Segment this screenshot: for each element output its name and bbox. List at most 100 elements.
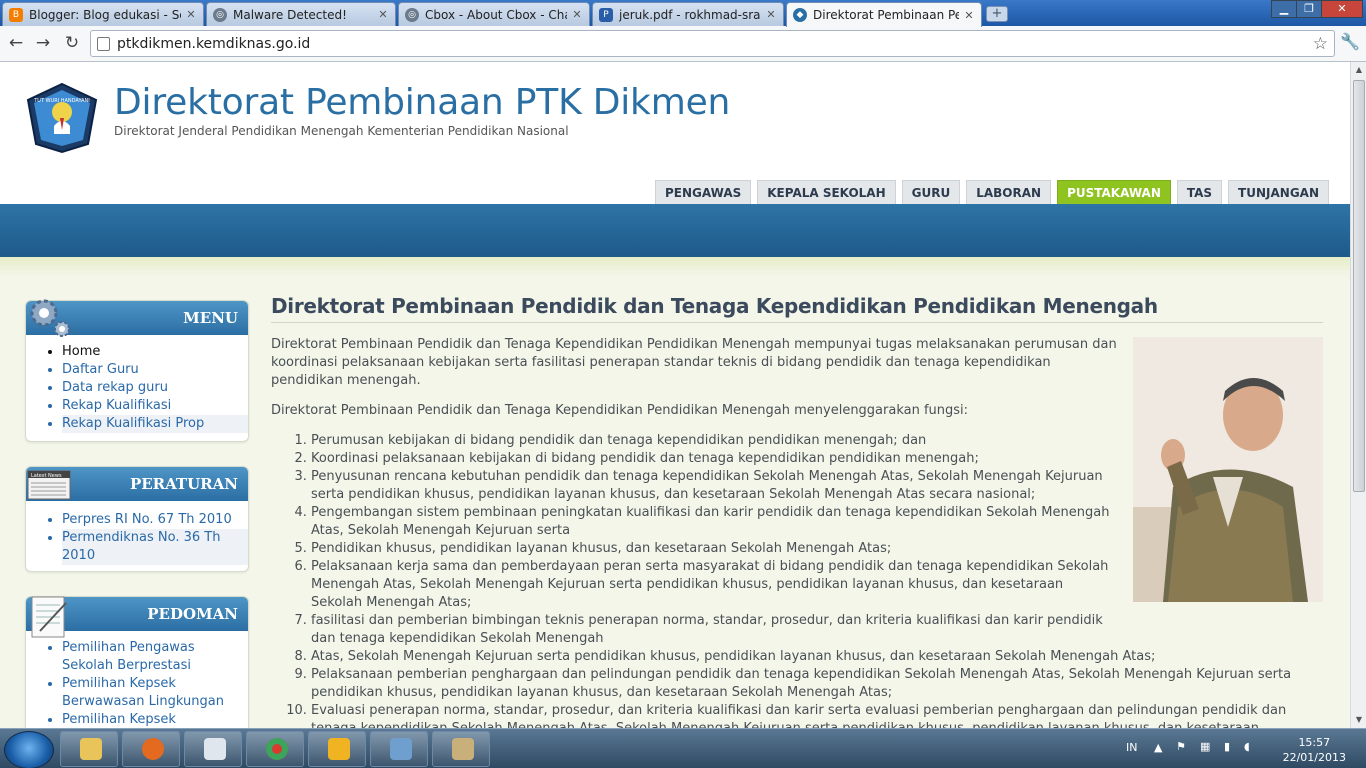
scrollbar-thumb[interactable] (1353, 80, 1365, 492)
explorer-icon[interactable] (60, 731, 118, 767)
forward-button[interactable]: → (32, 32, 54, 54)
reload-button[interactable]: ↻ (61, 32, 83, 54)
function-item: Penyusunan rencana kebutuhan pendidik da… (311, 468, 1111, 504)
globe-icon: ◎ (213, 7, 227, 22)
tab-title: Direktorat Pembinaan Pend (813, 8, 959, 22)
chrome-icon[interactable] (246, 731, 304, 767)
windows-taskbar: IN ▲ ⚑ ▦ ▮ ◖ 15:57 22/01/2013 (0, 728, 1366, 768)
site-favicon: ◆ (793, 8, 807, 22)
nav-tab-tas[interactable]: TAS (1176, 180, 1223, 204)
newspaper-label: Latest News (31, 473, 62, 479)
back-button[interactable]: ← (5, 32, 27, 54)
header-band-fade (0, 257, 1350, 277)
bookmark-star-icon[interactable]: ☆ (1313, 34, 1328, 54)
page-scrollbar[interactable]: ▲ ▼ (1350, 62, 1366, 728)
clock-time: 15:57 (1298, 736, 1331, 749)
peraturan-item[interactable]: Perpres RI No. 67 Th 2010 (62, 511, 248, 529)
site-header: TUT WURI HANDAYANI Direktorat Pembinaan … (0, 62, 1350, 204)
tray-expand-icon[interactable]: ▲ (1154, 741, 1162, 754)
close-window-button[interactable]: ✕ (1321, 0, 1363, 18)
tab-title: Cbox - About Cbox - Chat ar (425, 7, 567, 22)
winamp-icon[interactable] (308, 731, 366, 767)
maximize-button[interactable]: ❐ (1296, 0, 1322, 18)
close-icon[interactable]: ✕ (377, 8, 389, 21)
close-icon[interactable]: ✕ (963, 9, 975, 22)
blogger-icon: B (9, 7, 23, 22)
browser-tab[interactable]: P jeruk.pdf - rokhmad-sragen ✕ (592, 2, 784, 26)
start-button[interactable] (4, 731, 54, 768)
wrench-menu-icon[interactable]: 🔧 (1340, 32, 1360, 51)
firefox-icon[interactable] (122, 731, 180, 767)
function-item: Pelaksanaan pemberian penghargaan dan pe… (311, 666, 1311, 702)
close-icon[interactable]: ✕ (571, 8, 583, 21)
close-icon[interactable]: ✕ (185, 8, 197, 21)
app-icon[interactable] (184, 731, 242, 767)
function-item: Pengembangan sistem pembinaan peningkata… (311, 504, 1111, 540)
function-item: Koordinasi pelaksanaan kebijakan di bida… (311, 450, 1131, 468)
volume-muted-icon[interactable]: ◖ (1244, 740, 1250, 753)
minimize-button[interactable]: ▁ (1271, 0, 1297, 18)
paint-icon[interactable] (432, 731, 490, 767)
language-indicator[interactable]: IN (1126, 741, 1137, 754)
flag-icon[interactable]: ⚑ (1176, 740, 1186, 753)
pedoman-box: PEDOMAN Pemilihan Pengawas Sekolah Berpr… (25, 596, 249, 728)
browser-tab-strip: B Blogger: Blog edukasi - Sen ✕ ◎ Malwar… (0, 0, 1366, 27)
new-tab-button[interactable]: + (986, 6, 1008, 22)
article-paragraph: Direktorat Pembinaan Pendidik dan Tenaga… (271, 403, 969, 418)
nav-tab-laboran[interactable]: LABORAN (966, 180, 1052, 204)
battery-icon[interactable]: ▮ (1224, 740, 1230, 753)
nav-tab-pengawas[interactable]: PENGAWAS (654, 180, 752, 204)
function-item: fasilitasi dan pemberian bimbingan tekni… (311, 612, 1111, 648)
menu-box: MENU Home Daftar Guru Data rekap guru Re… (25, 299, 249, 442)
menu-item-rekap-kualifikasi-prop[interactable]: Rekap Kualifikasi Prop (62, 415, 248, 433)
function-item: Atas, Sekolah Menengah Kejuruan serta pe… (311, 648, 1311, 666)
site-title[interactable]: Direktorat Pembinaan PTK Dikmen (114, 82, 730, 123)
clock-date: 22/01/2013 (1282, 751, 1346, 764)
article-title: Direktorat Pembinaan Pendidik dan Tenaga… (271, 294, 1323, 323)
url-text: ptkdikmen.kemdiknas.go.id (117, 36, 311, 52)
control-panel-icon[interactable] (370, 731, 428, 767)
scroll-up-icon[interactable]: ▲ (1351, 62, 1366, 78)
pedoman-list: Pemilihan Pengawas Sekolah Berprestasi P… (26, 639, 248, 728)
browser-tab-active[interactable]: ◆ Direktorat Pembinaan Pend ✕ (786, 2, 982, 27)
nav-tab-tunjangan[interactable]: TUNJANGAN (1228, 180, 1329, 204)
nav-tab-pustakawan[interactable]: PUSTAKAWAN (1057, 180, 1171, 204)
gears-icon (30, 299, 70, 337)
menu-item-rekap-kualifikasi[interactable]: Rekap Kualifikasi (62, 397, 248, 415)
menu-item-data-rekap-guru[interactable]: Data rekap guru (62, 379, 248, 397)
pedoman-item[interactable]: Pemilihan Pengawas Sekolah Berprestasi (62, 639, 248, 675)
nav-tab-kepala-sekolah[interactable]: KEPALA SEKOLAH (757, 180, 896, 204)
scroll-down-icon[interactable]: ▼ (1351, 712, 1366, 728)
menu-item-home[interactable]: Home (62, 343, 248, 361)
browser-tab[interactable]: B Blogger: Blog edukasi - Sen ✕ (2, 2, 204, 26)
newspaper-icon: Latest News (27, 470, 71, 500)
article-body: Direktorat Pembinaan Pendidik dan Tenaga… (271, 336, 1311, 728)
function-item: Evaluasi penerapan norma, standar, prose… (311, 702, 1311, 728)
pedoman-item[interactable]: Pemilihan Kepsek (62, 711, 248, 728)
notepad-icon (31, 596, 67, 638)
header-band (0, 204, 1350, 257)
menu-item-daftar-guru[interactable]: Daftar Guru (62, 361, 248, 379)
nav-tab-guru[interactable]: GURU (901, 180, 961, 204)
peraturan-list: Perpres RI No. 67 Th 2010 Permendiknas N… (26, 511, 248, 565)
site-subtitle: Direktorat Jenderal Pendidikan Menengah … (114, 124, 569, 138)
peraturan-box: PERATURAN Latest News Perpres RI No. 67 … (25, 466, 249, 572)
network-icon[interactable]: ▦ (1200, 740, 1210, 753)
article: Direktorat Pembinaan Pendidik dan Tenaga… (271, 294, 1323, 323)
functions-list: Perumusan kebijakan di bidang pendidik d… (271, 432, 1311, 728)
tab-title: Blogger: Blog edukasi - Sen (29, 7, 181, 22)
top-navigation: PENGAWAS KEPALA SEKOLAH GURU LABORAN PUS… (654, 180, 1329, 204)
close-icon[interactable]: ✕ (765, 8, 777, 21)
pedoman-item[interactable]: Pemilihan Kepsek Berwawasan Lingkungan (62, 675, 248, 711)
logo-motto: TUT WURI HANDAYANI (33, 98, 90, 104)
peraturan-item[interactable]: Permendiknas No. 36 Th 2010 (62, 529, 248, 565)
address-bar[interactable]: ptkdikmen.kemdiknas.go.id ☆ (90, 30, 1335, 57)
browser-tab[interactable]: ◎ Malware Detected! ✕ (206, 2, 396, 26)
system-tray: IN ▲ ⚑ ▦ ▮ ◖ 15:57 22/01/2013 (1120, 729, 1366, 768)
browser-tab[interactable]: ◎ Cbox - About Cbox - Chat ar ✕ (398, 2, 590, 26)
tut-wuri-handayani-logo[interactable]: TUT WURI HANDAYANI (24, 82, 100, 154)
globe-icon: ◎ (405, 7, 419, 22)
clock[interactable]: 15:57 22/01/2013 (1283, 735, 1346, 765)
tab-title: jeruk.pdf - rokhmad-sragen (619, 7, 761, 22)
web-page: TUT WURI HANDAYANI Direktorat Pembinaan … (0, 62, 1350, 728)
